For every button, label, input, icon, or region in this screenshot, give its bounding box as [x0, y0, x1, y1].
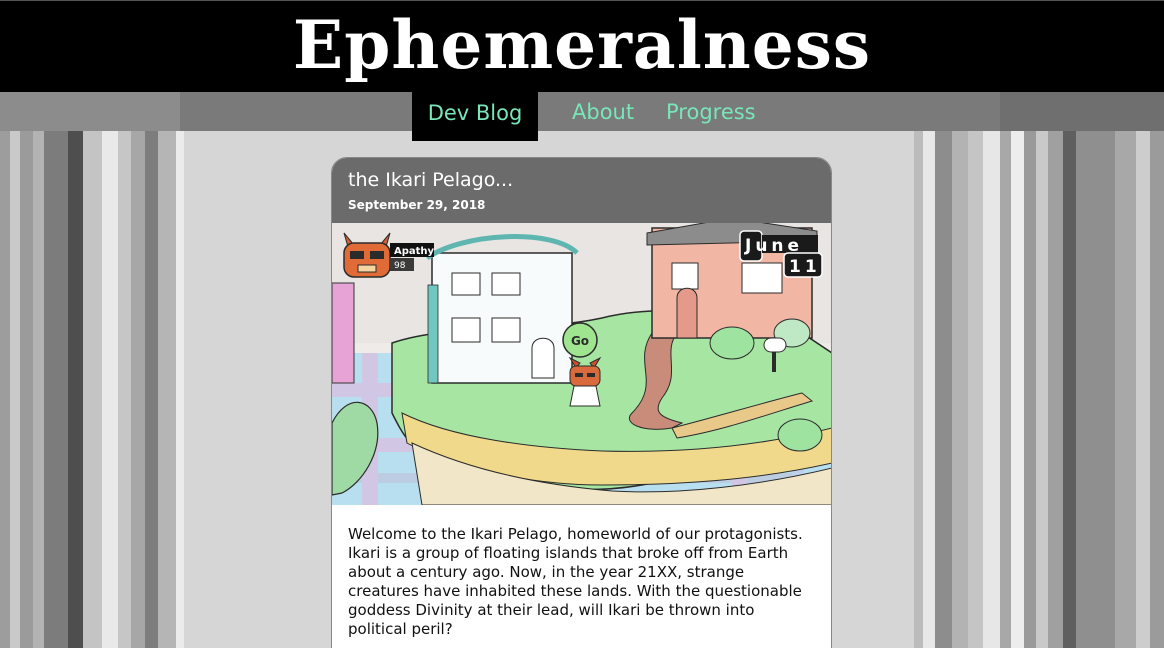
nav-progress[interactable]: Progress: [666, 92, 756, 131]
calendar-day: 11: [789, 257, 821, 277]
post-date: September 29, 2018: [348, 198, 486, 212]
nav-bar: Dev Blog About Progress: [0, 92, 1164, 141]
hud-character-name: Apathy: [394, 246, 435, 257]
post-header: the Ikari Pelago... September 29, 2018: [332, 158, 831, 223]
post-image: Go Apathy 98 June 11: [332, 223, 831, 505]
blog-post-card: the Ikari Pelago... September 29, 2018 G…: [331, 157, 832, 648]
hud-character-value: 98: [394, 261, 406, 271]
game-screenshot-illustration: Go Apathy 98 June 11: [332, 223, 831, 505]
site-header: Ephemeralness: [0, 0, 1164, 92]
site-title[interactable]: Ephemeralness: [0, 1, 1164, 89]
post-title[interactable]: the Ikari Pelago...: [348, 169, 513, 191]
nav-about[interactable]: About: [572, 92, 634, 131]
post-body: Welcome to the Ikari Pelago, homeworld o…: [348, 525, 803, 638]
speech-bubble-text: Go: [571, 334, 589, 348]
nav-dev-blog[interactable]: Dev Blog: [412, 92, 538, 141]
